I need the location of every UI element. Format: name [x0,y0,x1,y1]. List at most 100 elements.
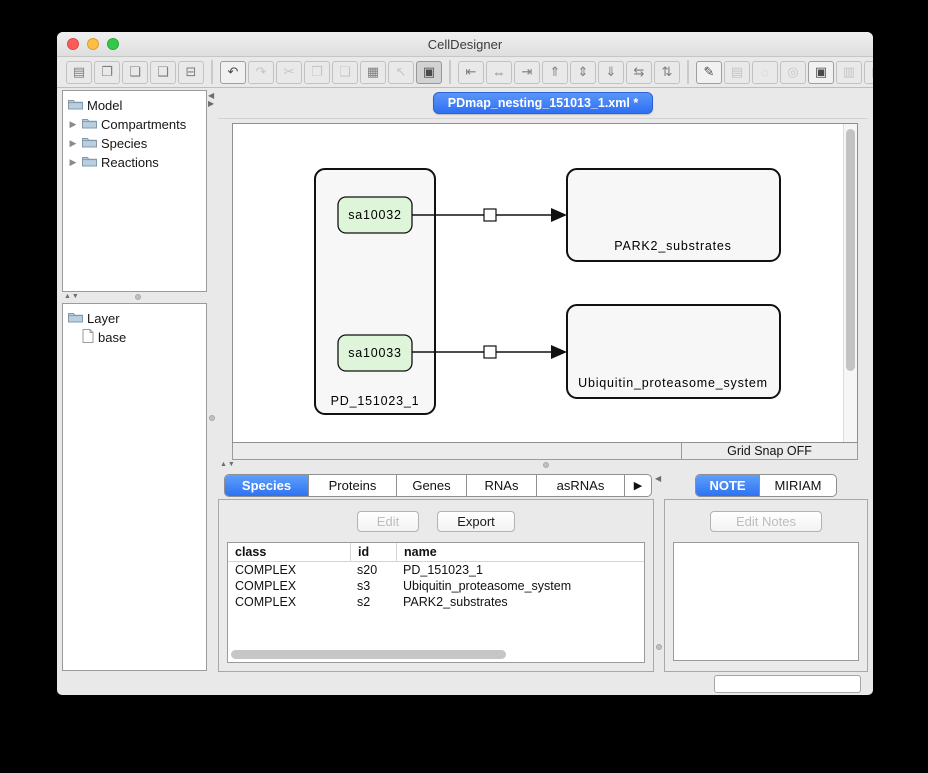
tree-node-layer[interactable]: Layer [63,309,206,328]
tree-node-compartments[interactable]: ▶ Compartments [63,115,206,134]
show-notes-button[interactable]: ▣ [808,61,834,84]
cell-name: PARK2_substrates [396,595,644,609]
tree-node-reactions[interactable]: ▶ Reactions [63,153,206,172]
cell-class: COMPLEX [228,579,350,593]
align-bottom-button[interactable]: ⇓ [598,61,624,84]
sidebar-splitter[interactable]: ◀▶ [207,88,218,672]
new-document-button[interactable]: ▤ [66,61,92,84]
more-tabs-button[interactable]: ▶ [625,475,651,496]
align-right-button[interactable]: ⇥ [514,61,540,84]
toolbar-separator [211,60,213,84]
minimize-button[interactable] [87,38,99,50]
cell-name: Ubiquitin_proteasome_system [396,579,644,593]
tab-proteins[interactable]: Proteins [309,475,397,496]
close-button[interactable] [67,38,79,50]
tree-node-base-layer[interactable]: base [63,328,206,347]
paint-component-button[interactable]: ✎ [696,61,722,84]
open-file-button[interactable]: ❐ [94,61,120,84]
edit-notes-button[interactable]: Edit Notes [710,511,822,532]
table-row[interactable]: COMPLEX s20 PD_151023_1 [228,562,644,578]
scrollbar-thumb[interactable] [846,129,855,371]
document-tab[interactable]: PDmap_nesting_151013_1.xml * [433,92,653,114]
save-file-button[interactable]: ❏ [122,61,148,84]
bottom-panels-splitter[interactable]: ◀ [654,471,664,672]
align-center-horizontal-button[interactable]: ⇔ [486,61,512,84]
show-id-toggle-button[interactable]: ▣ [416,61,442,84]
notes-content-area [673,542,859,661]
status-text-field[interactable] [714,675,861,693]
table-row[interactable]: COMPLEX s3 Ubiquitin_proteasome_system [228,578,644,594]
svg-text:PD_151023_1: PD_151023_1 [331,394,420,408]
table-header-row: class id name [228,543,644,562]
complex-node-park2-substrates[interactable]: PARK2_substrates [567,169,780,261]
column-header-name[interactable]: name [396,543,644,561]
edit-button[interactable]: Edit [357,511,419,532]
splitter-collapse-icons[interactable]: ◀ [655,474,661,483]
save-as-file-button[interactable]: ❑ [150,61,176,84]
species-table: class id name COMPLEX s20 PD_151023_1 CO… [227,542,645,663]
species-node-sa10033[interactable]: sa10033 [338,335,412,371]
table-row[interactable]: COMPLEX s2 PARK2_substrates [228,594,644,610]
print-button[interactable]: ⊟ [178,61,204,84]
toolbar-separator [687,60,689,84]
tab-asrnas[interactable]: asRNAs [537,475,625,496]
splitter-collapse-icons[interactable]: ▲▼ [64,293,80,300]
expand-triangle-icon[interactable]: ▶ [68,119,78,130]
notes-list-button[interactable]: ▥ [836,61,862,84]
cut-component-button[interactable]: ✂ [276,61,302,84]
align-top-button[interactable]: ⇑ [542,61,568,84]
tab-note[interactable]: NOTE [696,475,760,496]
column-header-id[interactable]: id [350,543,396,561]
expand-triangle-icon[interactable]: ▶ [68,138,78,149]
bottom-panel-splitter[interactable]: ▲▼ [218,460,868,471]
title-bar[interactable]: CellDesigner [57,32,873,57]
workspace-column: PDmap_nesting_151013_1.xml * PD_151023_1… [218,88,868,672]
canvas-status-message-area [232,443,682,460]
group-components-button[interactable]: ❒ [304,61,330,84]
grid-snap-button[interactable]: ▦ [360,61,386,84]
redo-button[interactable]: ↷ [248,61,274,84]
expand-notation-button[interactable]: ◎ [780,61,806,84]
expand-triangle-icon[interactable]: ▶ [68,157,78,168]
svg-text:PARK2_substrates: PARK2_substrates [614,239,731,253]
diagram-canvas[interactable]: PD_151023_1 PARK2_substrates Ubiquitin_p… [232,123,858,443]
column-header-class[interactable]: class [228,545,350,559]
splitter-handle-icon [209,415,215,421]
tree-node-species[interactable]: ▶ Species [63,134,206,153]
splitter-handle-icon [135,294,141,300]
folder-icon [82,117,97,132]
folder-icon [82,155,97,170]
distribute-horizontal-button[interactable]: ⇆ [626,61,652,84]
component-list-button[interactable]: ▤ [724,61,750,84]
layer-panel: Layer base [62,303,207,671]
complex-node-ubiquitin-proteasome[interactable]: Ubiquitin_proteasome_system [567,305,780,398]
tab-rnas[interactable]: RNAs [467,475,537,496]
table-horizontal-scrollbar[interactable] [231,650,506,659]
notes-tab-bar: NOTE MIRIAM [664,474,868,497]
align-left-button[interactable]: ⇤ [458,61,484,84]
reduce-notation-button[interactable]: ◌ [752,61,778,84]
tab-species[interactable]: Species [225,475,309,496]
species-node-sa10032[interactable]: sa10032 [338,197,412,233]
distribute-vertical-button[interactable]: ⇅ [654,61,680,84]
select-mode-button[interactable]: ↖ [388,61,414,84]
splitter-collapse-icons[interactable]: ▲▼ [220,461,236,468]
zoom-button[interactable] [107,38,119,50]
align-middle-vertical-button[interactable]: ⇕ [570,61,596,84]
tab-genes[interactable]: Genes [397,475,467,496]
undo-button[interactable]: ↶ [220,61,246,84]
ungroup-components-button[interactable]: ❑ [332,61,358,84]
tree-node-model[interactable]: Model [63,96,206,115]
species-tab-bar: Species Proteins Genes RNAs asRNAs ▶ [224,474,654,497]
navigation-column: Model ▶ Compartments ▶ Species [62,88,207,672]
tree-node-label: Reactions [101,155,159,170]
export-button[interactable]: Export [437,511,515,532]
svg-text:sa10033: sa10033 [348,346,402,360]
cell-id: s2 [350,595,396,609]
document-tab-bar: PDmap_nesting_151013_1.xml * [218,88,868,119]
left-panel-splitter[interactable]: ▲▼ [62,292,207,303]
protein-notes-button[interactable]: ▨ [864,61,873,84]
tab-miriam[interactable]: MIRIAM [760,475,836,496]
canvas-vertical-scrollbar[interactable] [843,124,857,442]
splitter-collapse-icons[interactable]: ◀▶ [208,92,214,108]
